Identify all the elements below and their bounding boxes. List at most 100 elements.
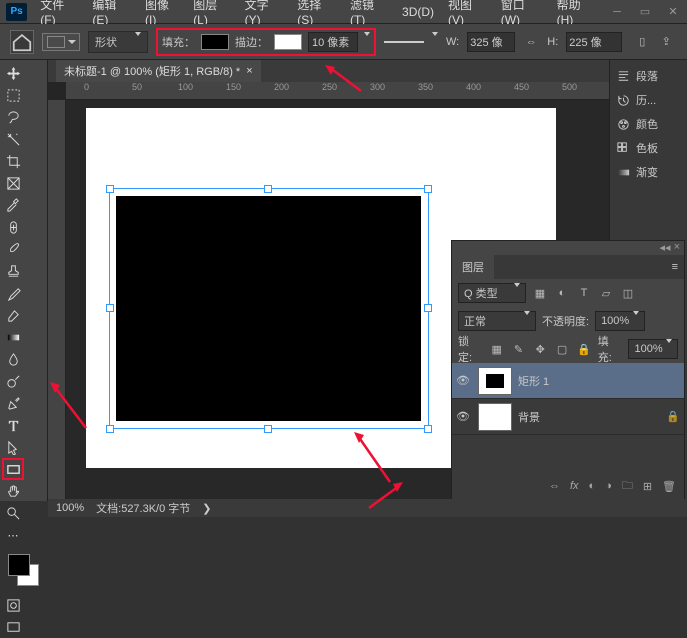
handle-w[interactable] (106, 304, 114, 312)
handle-sw[interactable] (106, 425, 114, 433)
document-tabs: 未标题-1 @ 100% (矩形 1, RGB/8) *× (48, 60, 609, 82)
width-input[interactable] (467, 32, 515, 52)
lock-pixels-icon[interactable]: ▦ (489, 341, 505, 357)
width-label: W: (446, 36, 459, 48)
layer-thumbnail[interactable] (478, 403, 512, 431)
fill-stroke-highlight: 填充： 描边： (156, 28, 376, 56)
shape-mode-select[interactable]: 形状 (88, 31, 148, 53)
eyedropper-tool[interactable] (2, 194, 24, 216)
lock-icon[interactable]: 🔒 (666, 410, 680, 423)
crop-tool[interactable] (2, 150, 24, 172)
color-panel-btn[interactable]: 颜色 (612, 112, 685, 136)
close-panel-icon[interactable]: × (674, 241, 680, 255)
rectangle-tool[interactable] (2, 458, 24, 480)
blur-tool[interactable] (2, 348, 24, 370)
wand-tool[interactable] (2, 128, 24, 150)
filter-pixel-icon[interactable]: ▦ (532, 285, 548, 301)
lock-artboard-icon[interactable]: ▢ (554, 341, 570, 357)
layers-tab[interactable]: 图层 (452, 255, 494, 279)
filter-type-icon[interactable]: T (576, 285, 592, 301)
fx-icon[interactable]: fx (570, 480, 579, 492)
lock-paint-icon[interactable]: ✎ (511, 341, 527, 357)
stroke-width-input[interactable] (308, 32, 358, 52)
move-tool[interactable] (2, 62, 24, 84)
history-brush-tool[interactable] (2, 282, 24, 304)
handle-nw[interactable] (106, 185, 114, 193)
visibility-icon[interactable]: 👁 (456, 410, 472, 423)
quick-mask[interactable] (2, 594, 24, 616)
zoom-level[interactable]: 100% (56, 502, 84, 514)
new-layer-icon[interactable]: ⊞ (643, 480, 652, 493)
screen-mode[interactable] (2, 616, 24, 638)
filter-adjust-icon[interactable]: ◐ (554, 285, 570, 301)
color-picker[interactable] (6, 552, 41, 588)
gradient-tool[interactable] (2, 326, 24, 348)
handle-n[interactable] (264, 185, 272, 193)
dodge-tool[interactable] (2, 370, 24, 392)
filter-smart-icon[interactable]: ◫ (620, 285, 636, 301)
layer-name[interactable]: 背景 (518, 409, 540, 425)
layer-name[interactable]: 矩形 1 (518, 373, 549, 389)
pen-tool[interactable] (2, 392, 24, 414)
stroke-style-dropdown[interactable] (432, 36, 438, 48)
lock-all-icon[interactable]: 🔒 (576, 341, 592, 357)
group-icon[interactable]: 🗀 (622, 477, 633, 496)
path-select-tool[interactable] (2, 436, 24, 458)
mask-icon[interactable]: ◐ (589, 480, 596, 492)
layer-item[interactable]: 👁 背景 🔒 (452, 399, 684, 435)
swatches-panel-btn[interactable]: 色板 (612, 136, 685, 160)
fg-color[interactable] (8, 554, 30, 576)
stroke-width-dropdown[interactable] (364, 36, 370, 48)
handle-e[interactable] (424, 304, 432, 312)
height-input[interactable] (566, 32, 622, 52)
path-ops-icon[interactable]: ▯ (634, 34, 650, 50)
history-panel-btn[interactable]: 历... (612, 88, 685, 112)
document-tab[interactable]: 未标题-1 @ 100% (矩形 1, RGB/8) *× (56, 60, 261, 82)
layer-thumbnail[interactable] (478, 367, 512, 395)
doc-info[interactable]: 文档:527.3K/0 字节 (96, 500, 190, 516)
share-icon[interactable]: ⇪ (658, 34, 674, 50)
heal-tool[interactable] (2, 216, 24, 238)
tool-preset[interactable] (42, 33, 80, 51)
fill-opacity-label: 填充: (598, 333, 623, 365)
blend-mode-select[interactable]: 正常 (458, 311, 536, 331)
text-tool[interactable] (2, 414, 24, 436)
ruler-vertical (48, 100, 66, 501)
lasso-tool[interactable] (2, 106, 24, 128)
stroke-color[interactable] (274, 34, 302, 50)
gradient-panel-btn[interactable]: 渐变 (612, 160, 685, 184)
panel-menu-icon[interactable]: ≡ (666, 261, 684, 273)
handle-s[interactable] (264, 425, 272, 433)
hand-tool[interactable] (2, 480, 24, 502)
brush-tool[interactable] (2, 238, 24, 260)
edit-toolbar[interactable]: ⋯ (2, 524, 24, 546)
opacity-input[interactable]: 100% (595, 311, 645, 331)
handle-ne[interactable] (424, 185, 432, 193)
adjustment-icon[interactable]: ◑ (605, 480, 612, 492)
link-layers-icon[interactable]: ⇔ (549, 480, 560, 492)
visibility-icon[interactable]: 👁 (456, 374, 472, 387)
zoom-tool[interactable] (2, 502, 24, 524)
paragraph-panel-btn[interactable]: 段落 (612, 64, 685, 88)
restore-button[interactable]: ▭ (631, 0, 659, 24)
frame-tool[interactable] (2, 172, 24, 194)
stroke-style[interactable] (384, 37, 424, 47)
close-button[interactable]: ✕ (659, 0, 687, 24)
layer-filter-select[interactable]: Q 类型 (458, 283, 526, 303)
lock-pos-icon[interactable]: ✥ (532, 341, 548, 357)
delete-layer-icon[interactable]: 🗑 (662, 480, 676, 493)
home-icon[interactable] (10, 30, 34, 54)
collapse-icon[interactable]: ◂◂ (659, 241, 670, 255)
minimize-button[interactable]: ─ (603, 0, 631, 24)
layer-item[interactable]: 👁 矩形 1 (452, 363, 684, 399)
link-icon[interactable]: ⇔ (523, 34, 539, 50)
stamp-tool[interactable] (2, 260, 24, 282)
fill-color[interactable] (201, 34, 229, 50)
fill-opacity-input[interactable]: 100% (628, 339, 678, 359)
close-tab-icon[interactable]: × (246, 65, 252, 77)
menu-3d[interactable]: 3D(D) (395, 1, 441, 23)
handle-se[interactable] (424, 425, 432, 433)
eraser-tool[interactable] (2, 304, 24, 326)
marquee-tool[interactable] (2, 84, 24, 106)
filter-shape-icon[interactable]: ▱ (598, 285, 614, 301)
